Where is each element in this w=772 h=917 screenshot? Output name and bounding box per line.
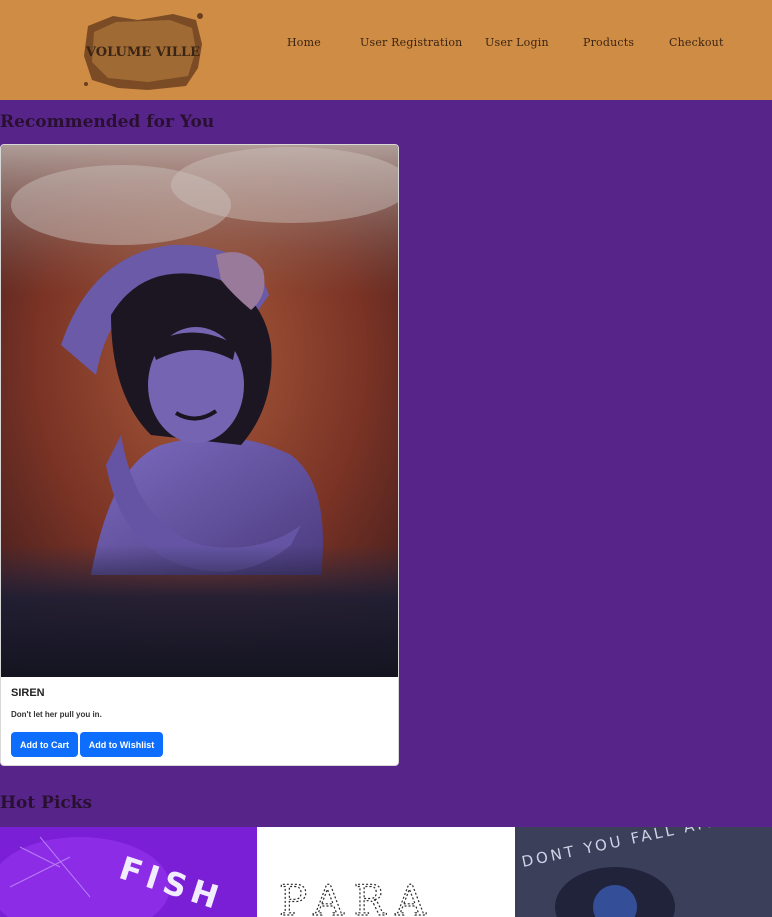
add-to-wishlist-button[interactable]: Add to Wishlist [80, 732, 163, 757]
product-description: Don't let her pull you in. [11, 710, 102, 719]
hot-pick-image[interactable]: FISH [0, 827, 257, 917]
hot-pick-text: PARA [279, 876, 436, 917]
product-card: SIREN Don't let her pull you in. Add to … [0, 144, 399, 766]
recommended-heading: Recommended for You [0, 112, 215, 132]
hot-pick-image[interactable]: PARA [257, 827, 515, 917]
nav-home-link[interactable]: Home [287, 36, 321, 49]
hot-pick-image[interactable]: DONT YOU FALL APART [515, 827, 772, 917]
nav-user-registration-link[interactable]: User Registration [360, 36, 462, 49]
nav-products-link[interactable]: Products [583, 36, 634, 49]
nav-user-login-link[interactable]: User Login [485, 36, 549, 49]
product-title: SIREN [11, 687, 45, 699]
hot-picks-strip: FISH PARA DONT YOU FALL APART [0, 827, 772, 917]
site-header: VOLUME VILLE Home User Registration User… [0, 0, 772, 100]
product-image[interactable] [1, 145, 399, 677]
nav-checkout-link[interactable]: Checkout [669, 36, 724, 49]
main-nav: Home User Registration User Login Produc… [0, 36, 772, 54]
add-to-cart-button[interactable]: Add to Cart [11, 732, 78, 757]
hot-picks-heading: Hot Picks [0, 793, 93, 813]
